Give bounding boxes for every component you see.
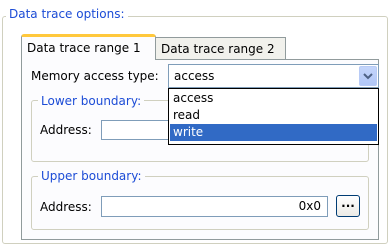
chevron-down-icon[interactable] [359,66,377,86]
memory-access-type-select[interactable]: access [168,64,379,88]
memory-access-type-label: Memory access type: [31,69,159,83]
upper-browse-button[interactable]: ... [336,195,360,217]
tab-data-trace-range-1[interactable]: Data trace range 1 [21,34,156,60]
memory-access-type-value: access [174,69,215,83]
upper-address-label: Address: [40,200,92,214]
tab-data-trace-range-2[interactable]: Data trace range 2 [156,37,286,61]
dropdown-option-access[interactable]: access [170,90,377,107]
memory-access-type-dropdown-list: access read write [168,88,379,145]
dropdown-option-read[interactable]: read [170,107,377,124]
upper-boundary-title: Upper boundary: [38,169,145,183]
upper-address-input[interactable]: 0x0 [101,196,328,217]
lower-address-label: Address: [40,123,92,137]
group-title: Data trace options: [6,7,128,21]
dropdown-option-write[interactable]: write [170,124,377,141]
lower-boundary-title: Lower boundary: [38,94,145,108]
